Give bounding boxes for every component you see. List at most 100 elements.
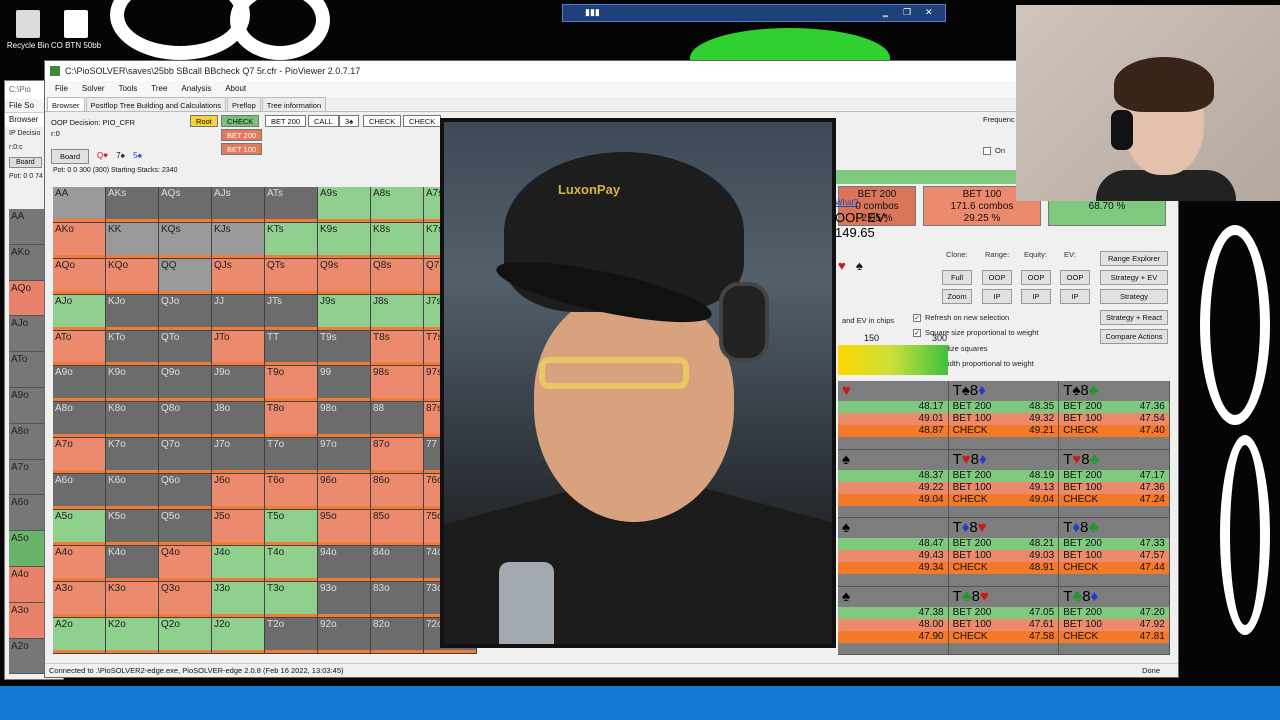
range-cell[interactable]: K7o bbox=[106, 438, 159, 475]
range-cell[interactable]: QTs bbox=[265, 258, 318, 295]
range-cell[interactable]: T4o bbox=[265, 545, 318, 582]
range-cell[interactable]: A5o bbox=[53, 510, 106, 546]
range-cell[interactable]: 82o bbox=[371, 617, 424, 654]
range-cell[interactable]: J9s bbox=[318, 294, 371, 331]
range-cell[interactable]: AQs bbox=[159, 187, 212, 223]
range-cell[interactable]: ATo bbox=[53, 330, 106, 367]
tab-browser[interactable]: Browser bbox=[47, 97, 85, 111]
range-cell[interactable]: K6o bbox=[106, 474, 159, 511]
range-cell[interactable]: ATs bbox=[265, 187, 318, 223]
range-cell[interactable]: A8o bbox=[53, 402, 106, 439]
menu-solver[interactable]: Solver bbox=[82, 84, 105, 94]
range-row-label[interactable]: AA bbox=[9, 209, 45, 245]
range-cell[interactable]: T3o bbox=[265, 581, 318, 618]
range-row-label[interactable]: A5o bbox=[9, 531, 45, 567]
range-cell[interactable]: AKo bbox=[53, 222, 106, 259]
range-cell[interactable]: AA bbox=[53, 187, 106, 223]
range-cell[interactable]: A3o bbox=[53, 581, 106, 618]
combo-cell[interactable]: ♠ 48.37 49.22 49.04 bbox=[838, 449, 949, 518]
range-cell[interactable]: K5o bbox=[106, 510, 159, 546]
tree-node-turn-card[interactable]: 3♠ bbox=[339, 115, 360, 127]
strategy-react-button[interactable]: Strategy + React bbox=[1100, 310, 1168, 325]
close-icon[interactable]: ✕ bbox=[925, 7, 933, 18]
range-cell[interactable]: 88 bbox=[371, 402, 424, 439]
menu-file[interactable]: File bbox=[9, 101, 22, 110]
combo-cell[interactable]: T♦8♣ BET 200 47.33 BET 100 47.57 CHECK 47.44 bbox=[1059, 518, 1170, 587]
strategy-ev-button[interactable]: Strategy + EV bbox=[1100, 270, 1168, 285]
tree-node-check[interactable]: CHECK bbox=[403, 115, 442, 127]
refresh-checkbox[interactable]: ✓ Refresh on new selection bbox=[913, 313, 1009, 323]
range-cell[interactable]: Q6o bbox=[159, 474, 212, 511]
clone-full-button[interactable]: Full bbox=[942, 270, 972, 285]
range-cell[interactable]: 95o bbox=[318, 510, 371, 546]
range-cell[interactable]: T6o bbox=[265, 474, 318, 511]
on-checkbox[interactable]: On bbox=[983, 146, 1005, 156]
tree-node-bet-200[interactable]: BET 200 bbox=[221, 129, 263, 141]
tab-postflop[interactable]: Postflop Tree Building and Calculations bbox=[85, 97, 227, 111]
ev-ip-button[interactable]: IP bbox=[1060, 289, 1090, 304]
range-cell[interactable]: 87o bbox=[371, 438, 424, 475]
combo-cell[interactable]: T♥8♦ BET 200 48.19 BET 100 49.13 CHECK 49.04 bbox=[948, 449, 1060, 518]
range-cell[interactable]: T8o bbox=[265, 402, 318, 439]
range-cell[interactable]: T8s bbox=[371, 330, 424, 367]
range-cell[interactable]: T7o bbox=[265, 438, 318, 475]
range-cell[interactable]: JTo bbox=[212, 330, 265, 367]
range-row-label[interactable]: AQo bbox=[9, 280, 45, 317]
tree-node-check[interactable]: CHECK bbox=[221, 115, 260, 127]
tree-node-check[interactable]: CHECK bbox=[363, 115, 402, 127]
combo-cell[interactable]: T♠8♣ BET 200 47.36 BET 100 47.54 CHECK 47.40 bbox=[1059, 381, 1170, 450]
range-cell[interactable]: AJo bbox=[53, 294, 106, 331]
range-cell[interactable]: Q4o bbox=[159, 545, 212, 582]
range-row-label[interactable]: A9o bbox=[9, 387, 45, 424]
range-cell[interactable]: KK bbox=[106, 222, 159, 259]
range-cell[interactable]: 83o bbox=[371, 581, 424, 618]
equity-ip-button[interactable]: IP bbox=[1021, 289, 1051, 304]
range-cell[interactable]: KJs bbox=[212, 222, 265, 259]
range-cell[interactable]: A9s bbox=[318, 187, 371, 223]
tree-node-root[interactable]: Root bbox=[190, 115, 218, 127]
combo-cell[interactable]: T♠8♦ BET 200 48.35 BET 100 49.32 CHECK 49.21 bbox=[948, 381, 1060, 450]
taskbar[interactable] bbox=[0, 686, 1280, 720]
range-cell[interactable]: Q9o bbox=[159, 366, 212, 403]
range-cell[interactable]: K2o bbox=[106, 617, 159, 654]
clone-zoom-button[interactable]: Zoom bbox=[942, 289, 972, 304]
range-cell[interactable]: J3o bbox=[212, 581, 265, 618]
range-cell[interactable]: J7o bbox=[212, 438, 265, 475]
board-button[interactable]: Board bbox=[9, 157, 42, 168]
range-cell[interactable]: K3o bbox=[106, 581, 159, 618]
menu-about[interactable]: About bbox=[225, 84, 246, 94]
menu-tree[interactable]: Tree bbox=[151, 84, 167, 94]
range-cell[interactable]: A9o bbox=[53, 366, 106, 403]
combo-cell[interactable]: ♠ 48.47 49.43 49.34 bbox=[838, 518, 949, 587]
combo-cell[interactable]: ♠ 47.38 48.00 47.90 bbox=[838, 586, 949, 655]
range-cell[interactable]: Q8s bbox=[371, 258, 424, 295]
minimize-icon[interactable]: ‗ bbox=[883, 7, 888, 17]
range-cell[interactable]: KTs bbox=[265, 222, 318, 259]
menu-analysis[interactable]: Analysis bbox=[181, 84, 211, 94]
range-cell[interactable]: J6o bbox=[212, 474, 265, 511]
range-row-label[interactable]: A2o bbox=[9, 638, 45, 675]
range-cell[interactable]: T9o bbox=[265, 366, 318, 403]
range-cell[interactable]: J5o bbox=[212, 510, 265, 546]
range-cell[interactable]: 92o bbox=[318, 617, 371, 654]
range-cell[interactable]: J8s bbox=[371, 294, 424, 331]
range-cell[interactable]: K9o bbox=[106, 366, 159, 403]
range-cell[interactable]: 86o bbox=[371, 474, 424, 511]
range-cell[interactable]: J2o bbox=[212, 617, 265, 654]
range-cell[interactable]: Q7o bbox=[159, 438, 212, 475]
range-cell[interactable]: A6o bbox=[53, 474, 106, 511]
what-link[interactable]: What? bbox=[835, 198, 858, 207]
range-row-label[interactable]: AJo bbox=[9, 316, 45, 353]
range-cell[interactable]: K9s bbox=[318, 222, 371, 259]
range-cell[interactable]: QJo bbox=[159, 294, 212, 331]
range-cell[interactable]: 99 bbox=[318, 366, 371, 403]
combo-cell[interactable]: ♥ 48.17 49.01 48.87 bbox=[838, 381, 949, 450]
strategy-button[interactable]: Strategy bbox=[1100, 289, 1168, 304]
menu-file[interactable]: File bbox=[55, 84, 68, 94]
range-cell[interactable]: 84o bbox=[371, 545, 424, 582]
range-cell[interactable]: Q8o bbox=[159, 402, 212, 439]
tree-node-bet-100[interactable]: BET 100 bbox=[221, 143, 263, 155]
range-row-label[interactable]: ATo bbox=[9, 352, 45, 388]
range-cell[interactable]: A8s bbox=[371, 187, 424, 223]
range-cell[interactable]: Q3o bbox=[159, 581, 212, 618]
